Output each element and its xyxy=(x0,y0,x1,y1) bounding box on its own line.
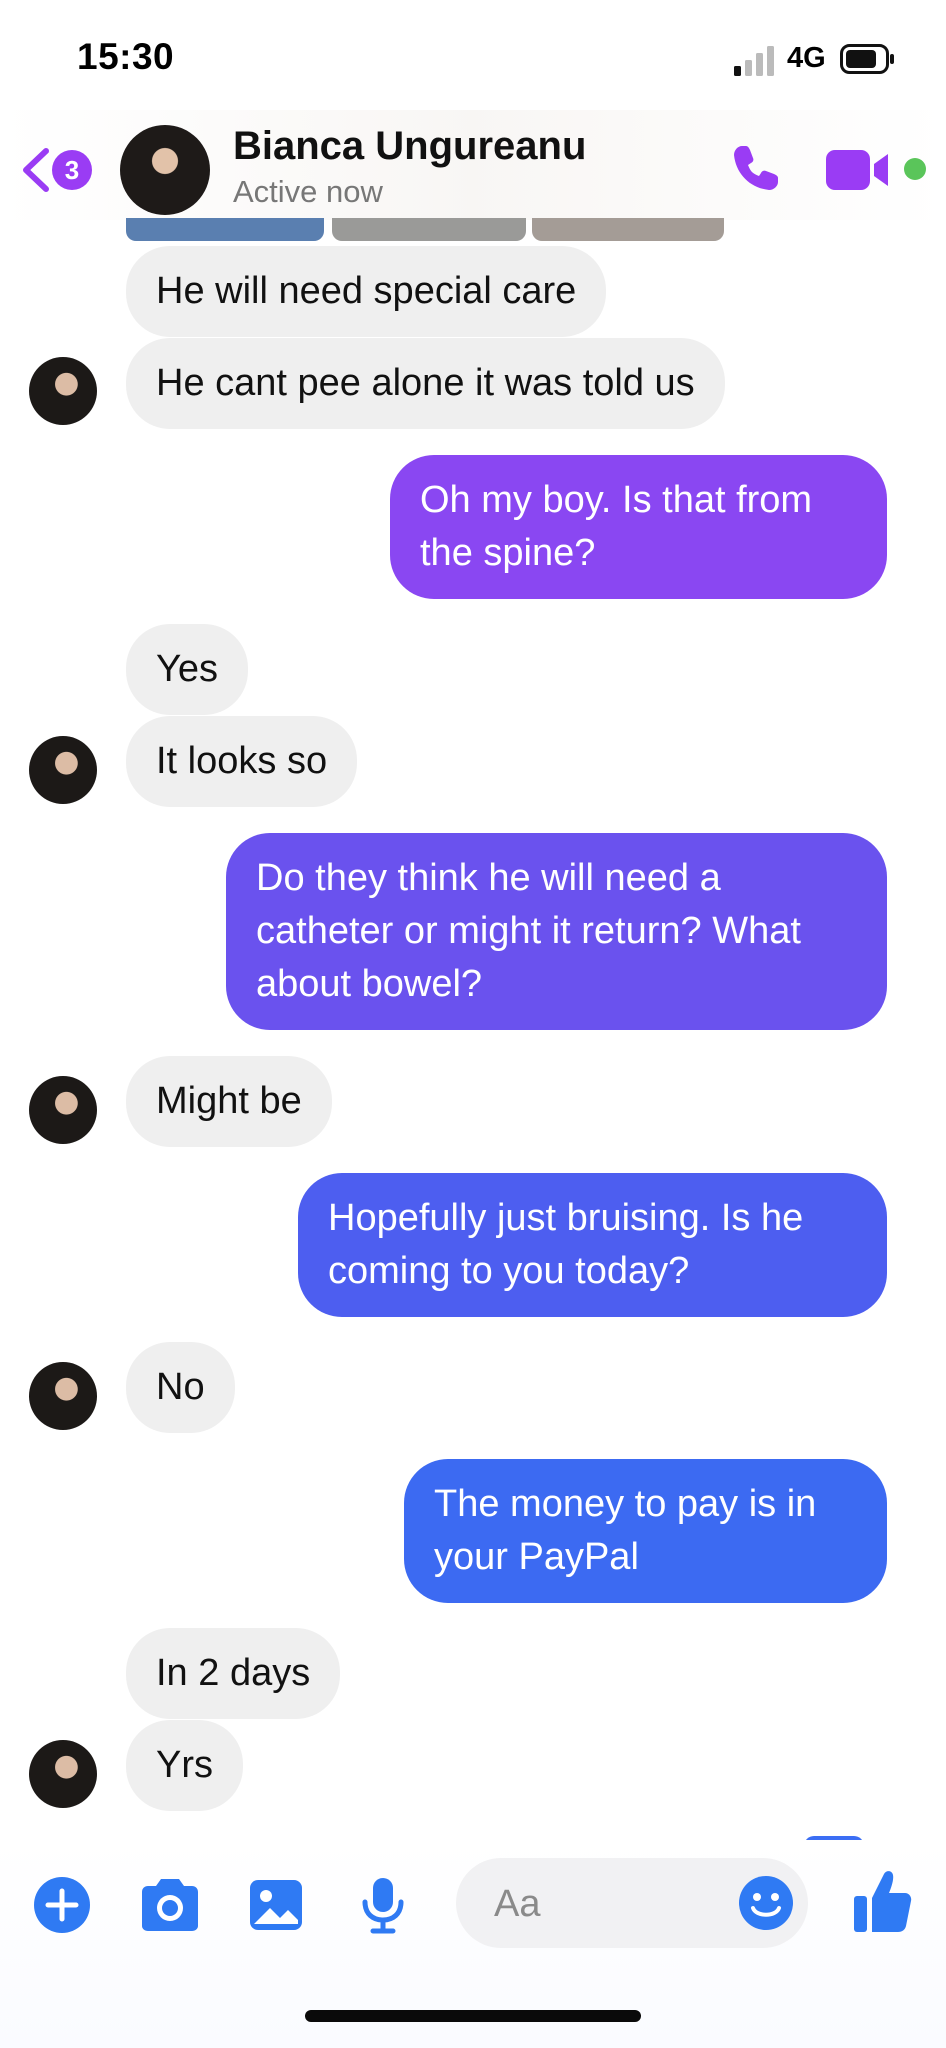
message-line: Do they think he will need a xyxy=(256,857,721,899)
gallery-icon[interactable] xyxy=(248,1876,304,1934)
back-button[interactable]: 3 xyxy=(20,143,100,197)
status-bar: 15:30 4G xyxy=(0,0,946,120)
cell-signal-icon xyxy=(734,46,774,76)
message-text: Might be xyxy=(156,1080,302,1122)
message-line: Oh my boy. Is that from xyxy=(420,479,813,521)
sender-avatar[interactable] xyxy=(29,357,97,425)
message-input[interactable] xyxy=(456,1858,808,1948)
microphone-icon[interactable] xyxy=(358,1876,408,1934)
message-text: No xyxy=(156,1366,205,1408)
status-time: 15:30 xyxy=(77,36,175,77)
message-bubble-incoming[interactable]: No xyxy=(126,1342,235,1433)
battery-icon xyxy=(840,44,894,74)
home-indicator[interactable] xyxy=(305,2010,641,2022)
message-bubble-incoming[interactable]: Might be xyxy=(126,1056,332,1147)
message-line: about bowel? xyxy=(256,963,483,1005)
message-line: coming to you today? xyxy=(328,1250,690,1292)
contact-avatar[interactable] xyxy=(120,125,210,215)
network-type: 4G xyxy=(787,42,826,74)
contact-name[interactable]: Bianca Ungureanu xyxy=(233,124,586,169)
media-thumbnail[interactable] xyxy=(532,218,724,241)
message-bubble-outgoing[interactable]: Hopefully just bruising. Is he coming to… xyxy=(298,1173,887,1317)
message-bubble-incoming[interactable]: He will need special care xyxy=(126,246,607,337)
message-bubble-incoming[interactable]: He cant pee alone it was told us xyxy=(126,338,725,429)
message-bubble-outgoing[interactable]: The money to pay is in your PayPal xyxy=(404,1459,887,1603)
message-line: catheter or might it return? What xyxy=(256,910,801,952)
sender-avatar[interactable] xyxy=(29,1362,97,1430)
sender-avatar[interactable] xyxy=(29,1076,97,1144)
message-bubble-incoming[interactable]: It looks so xyxy=(126,716,358,807)
thumbs-up-icon[interactable] xyxy=(852,1868,912,1934)
video-camera-icon[interactable] xyxy=(826,148,896,192)
contact-status: Active now xyxy=(233,174,383,209)
message-text: He will need special care xyxy=(156,270,577,312)
message-bubble-incoming[interactable]: Yes xyxy=(126,624,248,715)
message-text-field[interactable] xyxy=(492,1876,716,1932)
sender-avatar[interactable] xyxy=(29,1740,97,1808)
message-text: It looks so xyxy=(156,740,328,782)
message-bubble-outgoing[interactable]: Do they think he will need a catheter or… xyxy=(226,833,887,1030)
chat-header: 3 Bianca Ungureanu Active now xyxy=(0,110,946,220)
message-line: your PayPal xyxy=(434,1536,639,1578)
message-bubble-incoming[interactable]: In 2 days xyxy=(126,1628,341,1719)
plus-icon[interactable] xyxy=(33,1876,91,1934)
message-bubble-incoming[interactable]: Yrs xyxy=(126,1720,243,1811)
online-indicator xyxy=(904,158,926,180)
message-line: The money to pay is in xyxy=(434,1483,817,1525)
message-line: the spine? xyxy=(420,532,596,574)
message-bubble-outgoing[interactable]: Oh my boy. Is that from the spine? xyxy=(390,455,887,599)
message-text: Yes xyxy=(156,648,218,690)
message-text: In 2 days xyxy=(156,1652,311,1694)
message-text: He cant pee alone it was told us xyxy=(156,362,695,404)
emoji-icon[interactable] xyxy=(738,1875,794,1931)
media-thumbnail[interactable] xyxy=(126,218,324,241)
unread-badge: 3 xyxy=(52,150,92,190)
chevron-left-icon xyxy=(23,148,49,192)
camera-icon[interactable] xyxy=(138,1876,202,1934)
sender-avatar[interactable] xyxy=(29,736,97,804)
message-text: Yrs xyxy=(156,1744,213,1786)
phone-icon[interactable] xyxy=(728,140,784,196)
message-line: Hopefully just bruising. Is he xyxy=(328,1197,804,1239)
media-thumbnail[interactable] xyxy=(332,218,526,241)
